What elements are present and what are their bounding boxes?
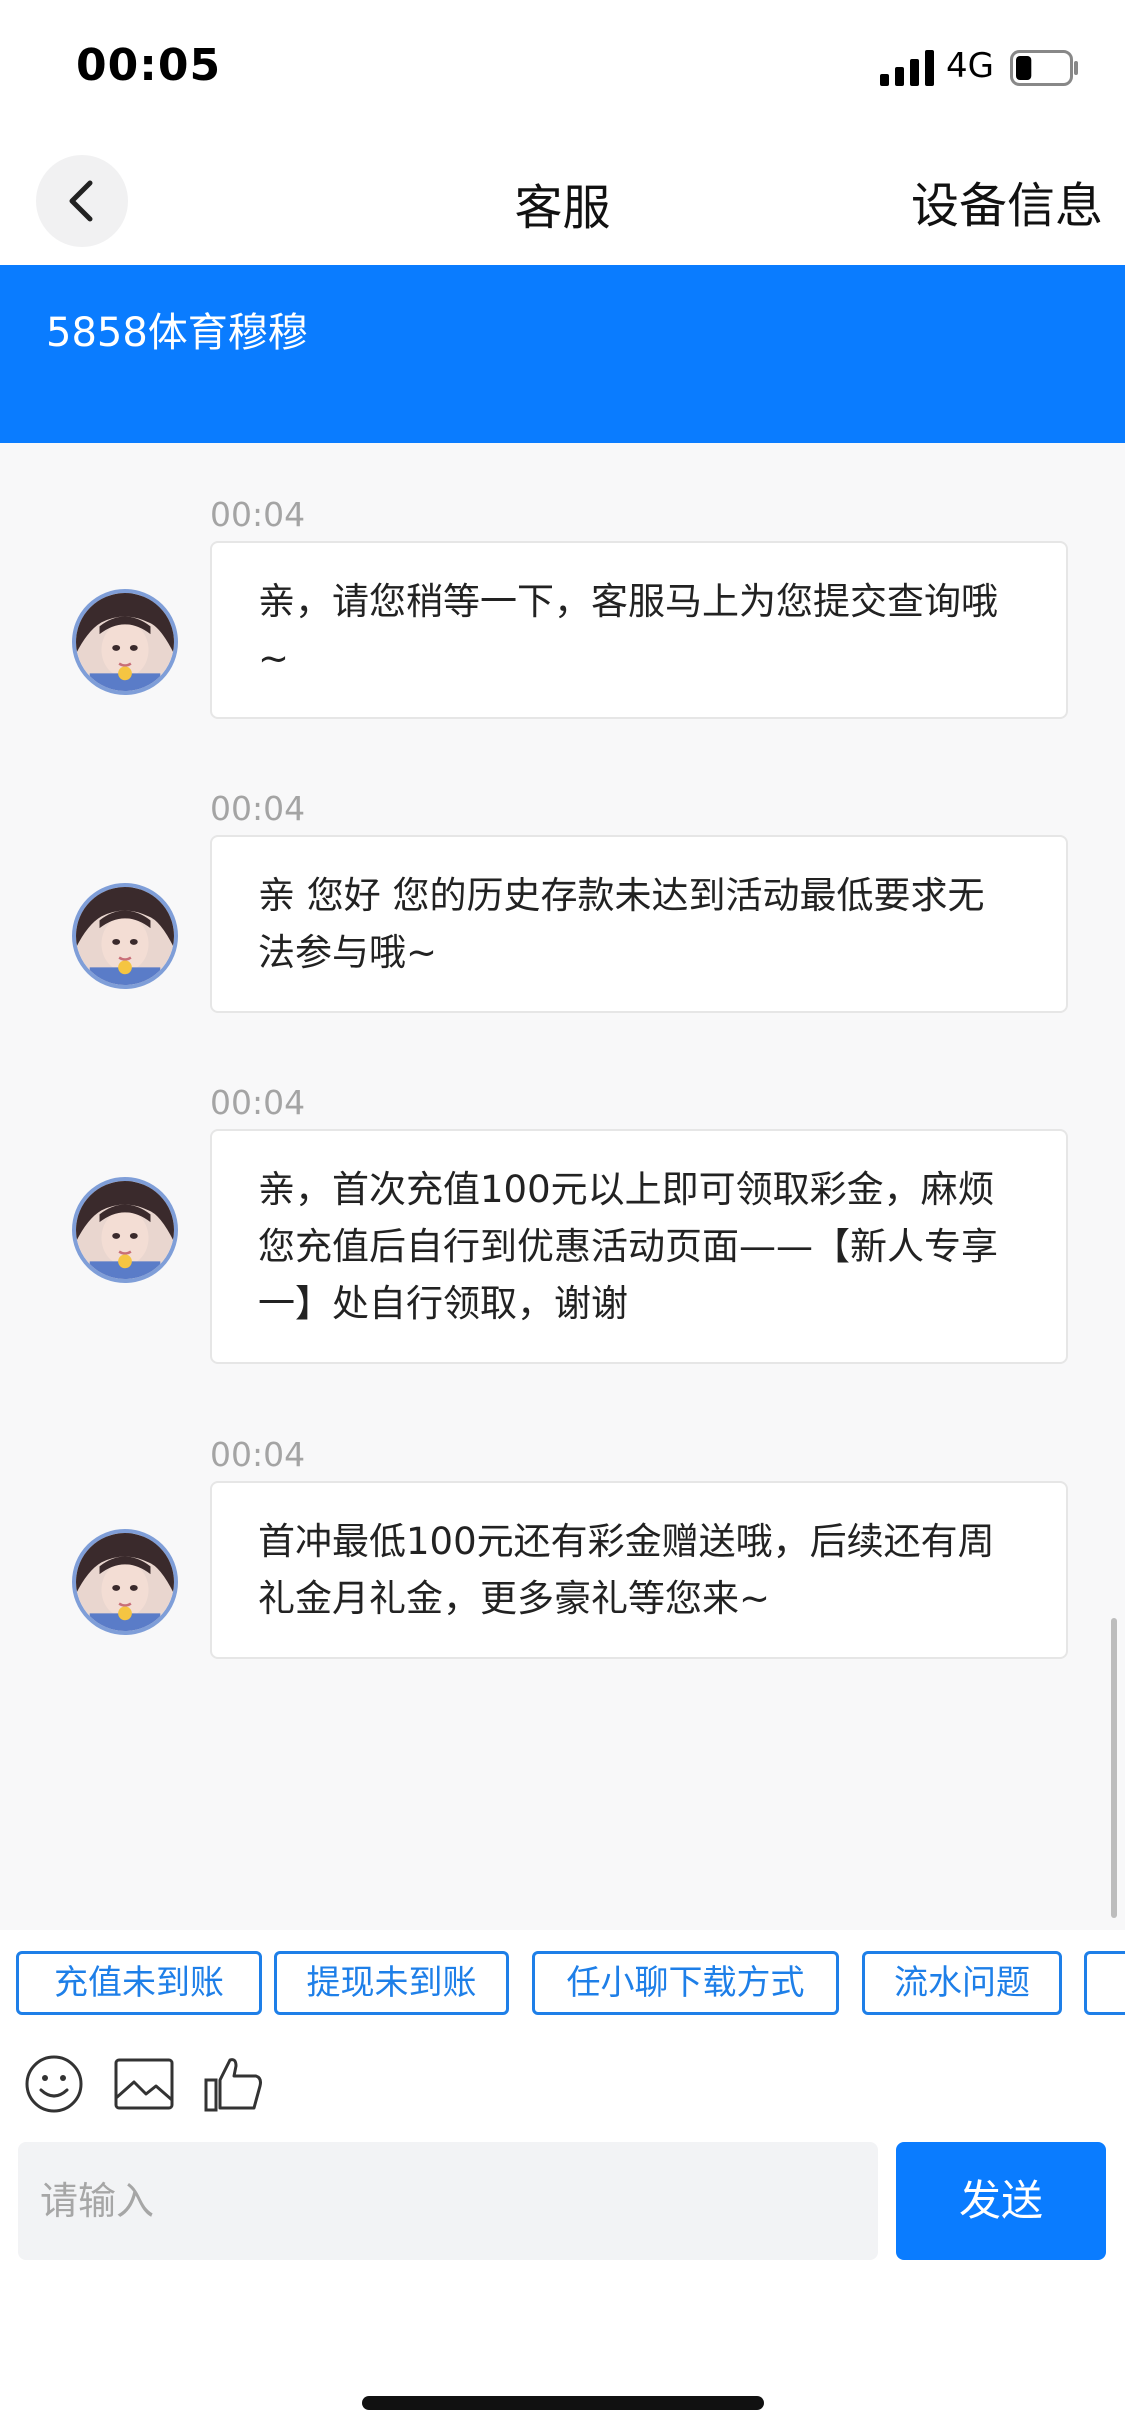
avatar-image — [76, 887, 174, 985]
input-row: 发送 — [0, 2142, 1125, 2282]
message-bubble[interactable]: 首冲最低100元还有彩金赠送哦，后续还有周礼金月礼金，更多豪礼等您来~ — [210, 1481, 1068, 1659]
message-bubble[interactable]: 亲 您好 您的历史存款未达到活动最低要求无法参与哦~ — [210, 835, 1068, 1013]
quick-reply-chip-partial[interactable] — [1084, 1951, 1125, 2015]
avatar[interactable] — [72, 589, 178, 695]
back-button[interactable] — [36, 155, 128, 247]
send-button[interactable]: 发送 — [896, 2142, 1106, 2260]
status-bar: 00:05 4G — [0, 0, 1125, 140]
smile-icon[interactable] — [22, 2052, 86, 2116]
avatar[interactable] — [72, 883, 178, 989]
avatar-image — [76, 593, 174, 691]
avatar[interactable] — [72, 1177, 178, 1283]
agent-banner: 5858体育穆穆 — [0, 265, 1125, 443]
image-icon[interactable] — [112, 2052, 176, 2116]
chat-area[interactable]: 00:04 亲，请您稍等一下，客服马上为您提交查询哦~ 00:04 亲 您好 您… — [0, 443, 1125, 1930]
message-input[interactable] — [18, 2142, 878, 2260]
scrollbar[interactable] — [1111, 1618, 1117, 1918]
status-time: 00:05 — [76, 40, 222, 91]
message-bubble[interactable]: 亲，请您稍等一下，客服马上为您提交查询哦~ — [210, 541, 1068, 719]
device-info-button[interactable]: 设备信息 — [911, 166, 1103, 236]
avatar-image — [76, 1533, 174, 1631]
message-time: 00:04 — [210, 495, 306, 534]
input-toolbar — [0, 2042, 1125, 2142]
network-label: 4G — [946, 46, 994, 86]
message-time: 00:04 — [210, 1435, 306, 1474]
quick-reply-chip[interactable]: 充值未到账 — [16, 1951, 262, 2015]
signal-icon — [880, 50, 934, 86]
nav-bar: 客服 设备信息 — [0, 140, 1125, 265]
battery-icon — [1010, 50, 1078, 86]
home-indicator[interactable] — [362, 2396, 764, 2410]
chevron-left-icon — [69, 180, 93, 222]
avatar[interactable] — [72, 1529, 178, 1635]
quick-replies-bar: 充值未到账 提现未到账 任小聊下载方式 流水问题 — [0, 1930, 1125, 2042]
quick-reply-chip[interactable]: 任小聊下载方式 — [532, 1951, 839, 2015]
avatar-image — [76, 1181, 174, 1279]
quick-reply-chip[interactable]: 提现未到账 — [274, 1951, 509, 2015]
agent-name: 5858体育穆穆 — [46, 310, 308, 356]
quick-reply-chip[interactable]: 流水问题 — [862, 1951, 1062, 2015]
message-time: 00:04 — [210, 1083, 306, 1122]
thumbs-up-icon[interactable] — [202, 2052, 266, 2116]
message-time: 00:04 — [210, 789, 306, 828]
message-bubble[interactable]: 亲，首次充值100元以上即可领取彩金，麻烦您充值后自行到优惠活动页面——【新人专… — [210, 1129, 1068, 1364]
